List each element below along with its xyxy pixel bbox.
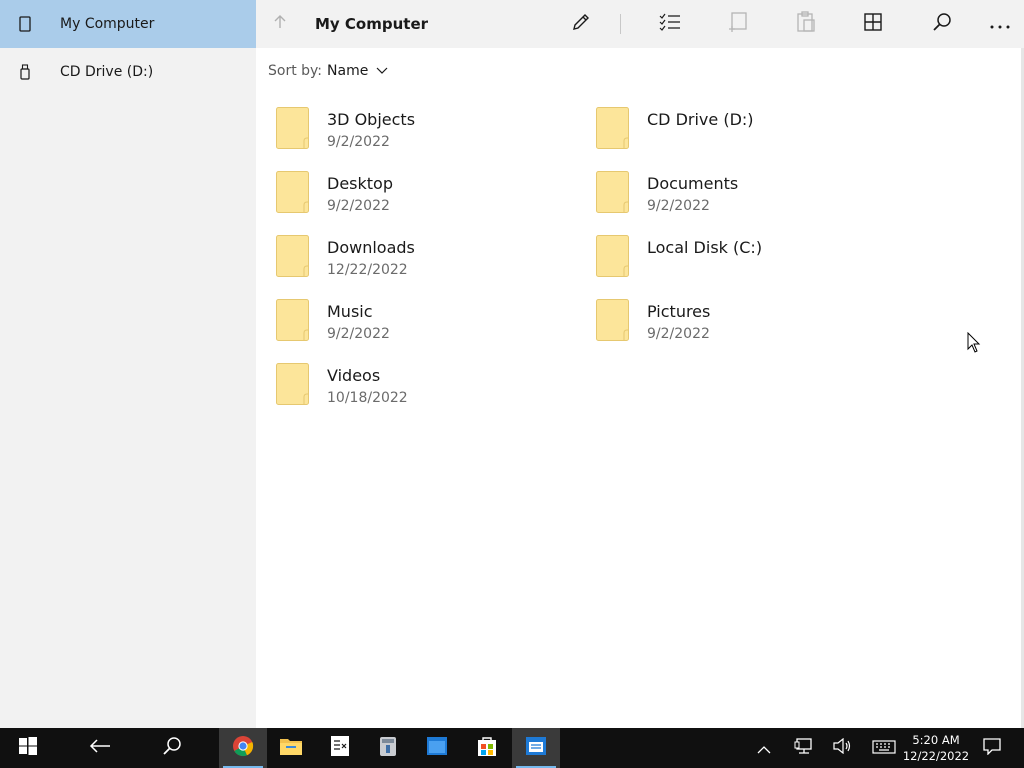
file-explorer-icon — [279, 736, 303, 760]
notes-icon — [330, 735, 350, 761]
folder-icon — [596, 107, 629, 149]
folder-icon — [596, 235, 629, 277]
more-button[interactable] — [976, 0, 1024, 48]
folder-icon — [276, 107, 309, 149]
folder-item-pictures[interactable]: Pictures 9/2/2022 — [596, 292, 896, 348]
up-button[interactable] — [256, 0, 304, 48]
folder-icon — [596, 299, 629, 341]
sort-control[interactable]: Sort by: Name — [268, 62, 388, 80]
paste-icon — [795, 10, 817, 38]
windows-start-icon — [18, 736, 38, 760]
folder-date: 9/2/2022 — [647, 198, 710, 214]
taskbar-archive[interactable] — [364, 728, 412, 768]
folder-item-local-disk[interactable]: Local Disk (C:) — [596, 228, 896, 284]
chevron-down-icon — [376, 67, 388, 75]
sort-value[interactable]: Name — [327, 63, 368, 79]
folder-name: Desktop — [327, 174, 393, 193]
sidebar-item-label: My Computer — [60, 16, 155, 32]
files-app-icon — [525, 736, 547, 760]
grid-view-icon — [863, 12, 883, 36]
store-icon — [476, 735, 498, 761]
folder-date: 9/2/2022 — [327, 198, 390, 214]
taskbar-search-button[interactable] — [148, 728, 196, 768]
folder-date: 10/18/2022 — [327, 390, 408, 406]
back-button[interactable] — [76, 728, 124, 768]
taskbar-files-app[interactable] — [512, 728, 560, 768]
system-clock[interactable]: 5:20 AM 12/22/2022 — [900, 732, 972, 764]
page-title: My Computer — [315, 15, 429, 33]
search-icon — [931, 11, 953, 37]
toolbar-divider — [620, 14, 621, 34]
chrome-icon — [232, 735, 254, 761]
chevron-up-icon — [757, 739, 771, 758]
taskbar-file-explorer[interactable] — [267, 728, 315, 768]
folder-item-videos[interactable]: Videos 10/18/2022 — [276, 356, 576, 412]
folder-date: 9/2/2022 — [327, 134, 390, 150]
notification-icon — [982, 737, 1002, 759]
folder-name: CD Drive (D:) — [647, 110, 754, 129]
taskbar-chrome[interactable] — [219, 728, 267, 768]
folder-date: 12/22/2022 — [327, 262, 408, 278]
file-list-area: Sort by: Name 3D Objects 9/2/2022 CD Dri… — [256, 48, 1024, 728]
more-icon — [989, 15, 1011, 34]
toolbar: My Computer — [256, 0, 1024, 48]
archive-icon — [378, 735, 398, 761]
folder-icon — [276, 363, 309, 405]
pencil-icon — [570, 11, 592, 37]
sidebar-item-cd-drive[interactable]: CD Drive (D:) — [0, 48, 256, 96]
crop-icon — [727, 10, 749, 38]
search-icon — [161, 735, 183, 761]
sidebar-item-my-computer[interactable]: My Computer — [0, 0, 256, 48]
select-list-icon — [658, 12, 682, 36]
folder-item-downloads[interactable]: Downloads 12/22/2022 — [276, 228, 576, 284]
taskbar: 5:20 AM 12/22/2022 — [0, 728, 1024, 768]
folder-item-documents[interactable]: Documents 9/2/2022 — [596, 164, 896, 220]
folder-name: Music — [327, 302, 373, 321]
folder-name: Documents — [647, 174, 739, 193]
start-button[interactable] — [4, 728, 52, 768]
folder-item-cd-drive[interactable]: CD Drive (D:) — [596, 100, 896, 156]
folder-name: Videos — [327, 366, 381, 385]
folder-date: 9/2/2022 — [327, 326, 390, 342]
window-icon — [426, 736, 448, 760]
select-button[interactable] — [646, 0, 694, 48]
search-button[interactable] — [918, 0, 966, 48]
volume-icon — [832, 737, 852, 758]
sidebar-item-label: CD Drive (D:) — [60, 64, 154, 80]
folder-name: Downloads — [327, 238, 415, 257]
folder-item-desktop[interactable]: Desktop 9/2/2022 — [276, 164, 576, 220]
tray-notification-button[interactable] — [968, 728, 1016, 768]
folder-name: Local Disk (C:) — [647, 238, 763, 257]
taskbar-window[interactable] — [413, 728, 461, 768]
clock-time: 5:20 AM — [912, 733, 960, 747]
mouse-cursor-icon — [967, 332, 981, 353]
navigation-sidebar: My Computer CD Drive (D:) — [0, 0, 256, 728]
folder-icon — [276, 299, 309, 341]
folder-icon — [596, 171, 629, 213]
folder-name: Pictures — [647, 302, 711, 321]
tray-volume-button[interactable] — [818, 728, 866, 768]
folder-date: 9/2/2022 — [647, 326, 710, 342]
usb-drive-icon — [18, 62, 32, 82]
clock-date: 12/22/2022 — [902, 749, 970, 763]
back-arrow-icon — [89, 738, 111, 758]
paste-button[interactable] — [782, 0, 830, 48]
crop-button[interactable] — [714, 0, 762, 48]
folder-name: 3D Objects — [327, 110, 416, 129]
keyboard-icon — [872, 739, 896, 758]
taskbar-store[interactable] — [463, 728, 511, 768]
network-icon — [794, 737, 814, 759]
rename-button[interactable] — [557, 0, 605, 48]
folder-item-3d-objects[interactable]: 3D Objects 9/2/2022 — [276, 100, 576, 156]
up-arrow-icon — [272, 14, 288, 34]
folder-icon — [276, 171, 309, 213]
phone-device-icon — [18, 14, 32, 34]
sort-label: Sort by: — [268, 63, 323, 79]
folder-item-music[interactable]: Music 9/2/2022 — [276, 292, 576, 348]
view-button[interactable] — [849, 0, 897, 48]
taskbar-notes[interactable] — [316, 728, 364, 768]
folder-icon — [276, 235, 309, 277]
